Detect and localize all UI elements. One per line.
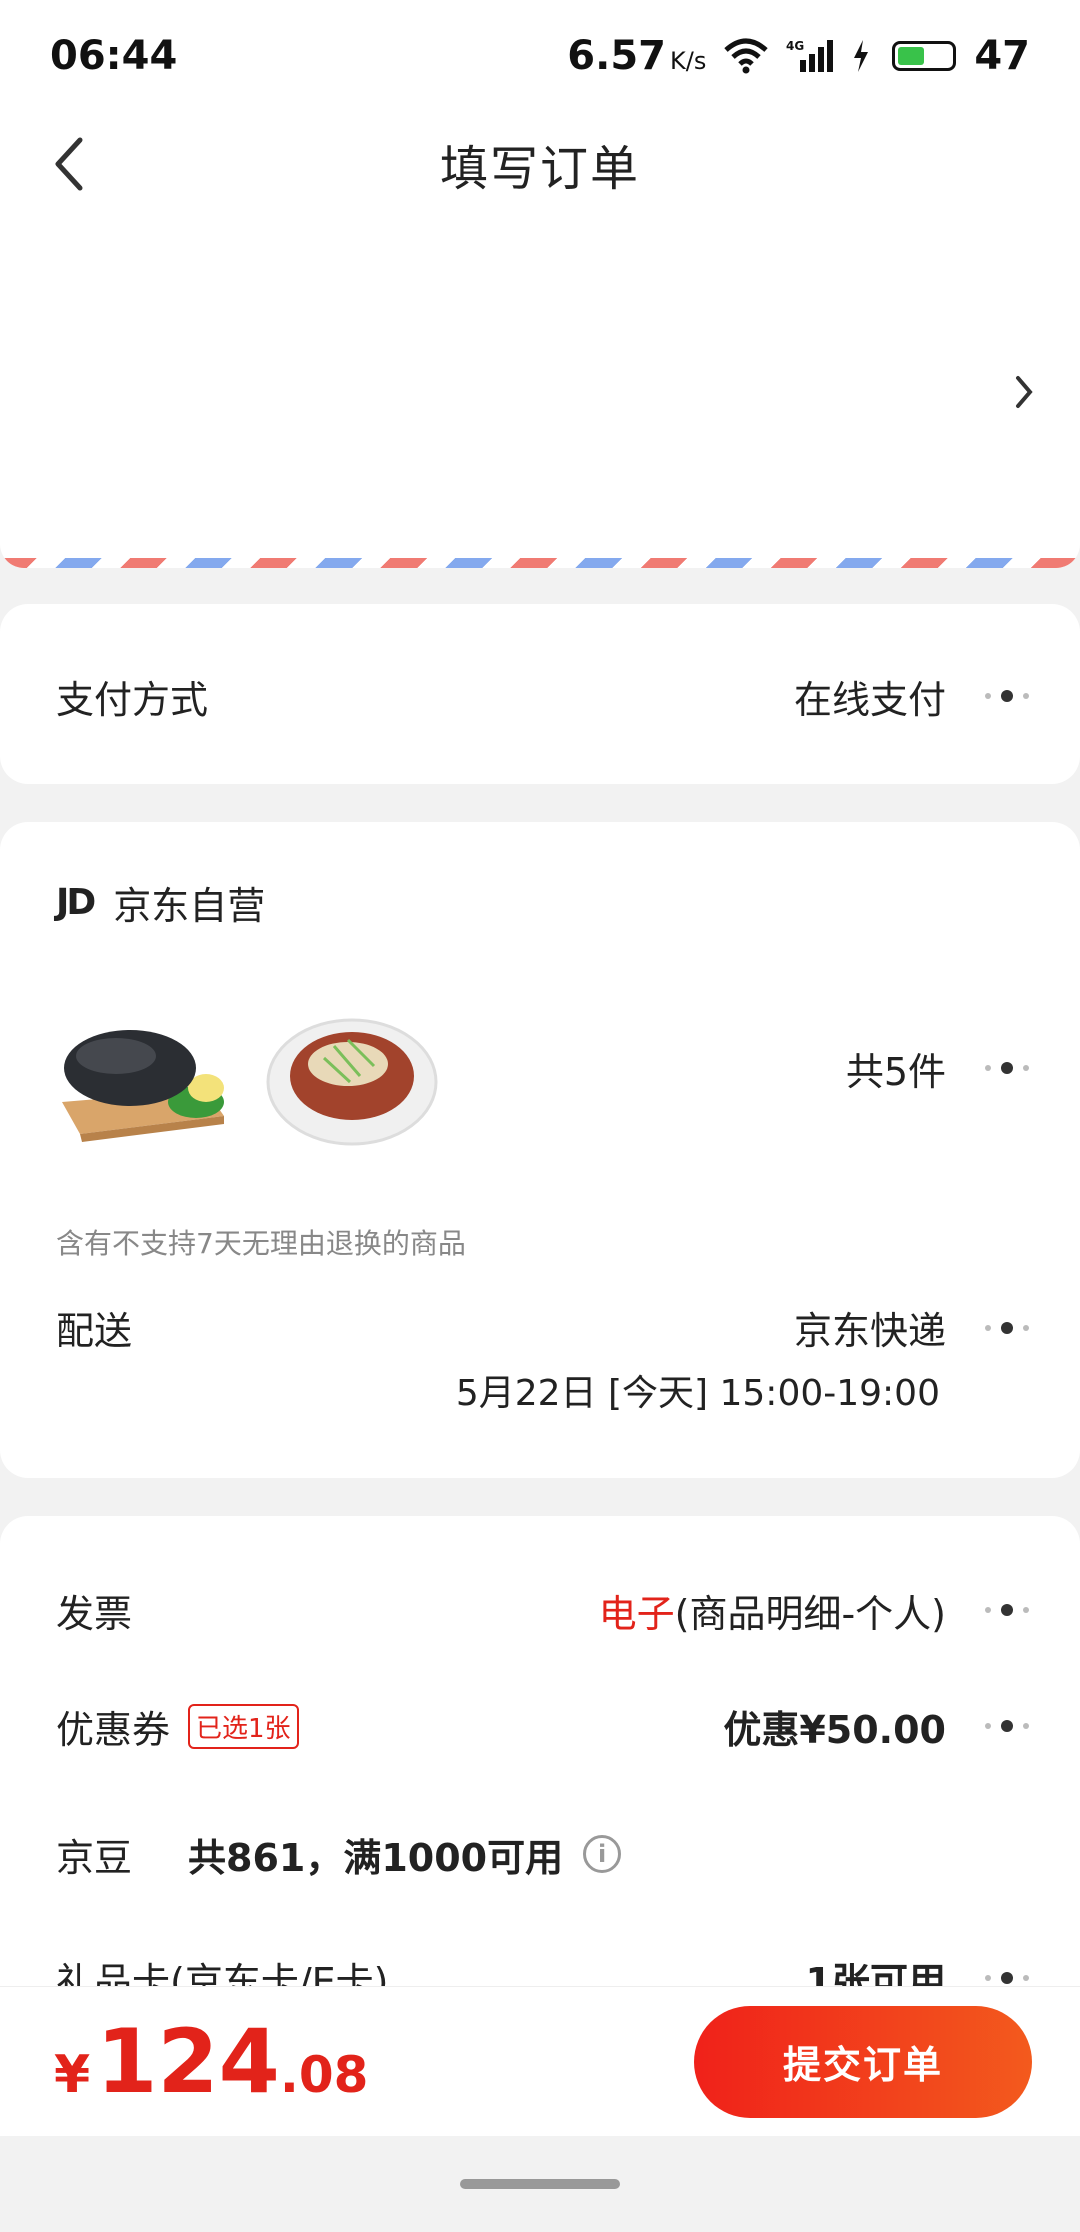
system-nav-bar xyxy=(0,2136,1080,2232)
wifi-icon xyxy=(724,38,768,74)
more-dots-icon xyxy=(982,1604,1032,1616)
payment-row[interactable]: 支付方式 在线支付 xyxy=(56,666,1032,726)
status-time: 06:44 xyxy=(50,33,178,79)
chevron-right-icon xyxy=(1016,376,1033,408)
shop-name: 京东自营 xyxy=(113,883,266,928)
home-indicator[interactable] xyxy=(460,2179,620,2189)
invoice-row[interactable]: 发票 电子(商品明细-个人) xyxy=(56,1580,1032,1640)
cellular-signal-icon: 4G xyxy=(786,39,834,72)
back-button[interactable] xyxy=(40,136,96,192)
airmail-stripe xyxy=(0,558,1080,568)
payment-card: 支付方式 在线支付 xyxy=(0,604,1080,784)
coupon-row[interactable]: 优惠券 已选1张 优惠¥50.00 xyxy=(56,1696,1032,1756)
invoice-detail: (商品明细-个人) xyxy=(674,1591,946,1636)
jingdou-value: 共861，满1000可用 xyxy=(188,1835,564,1880)
product-thumbnail[interactable] xyxy=(264,1006,440,1150)
payment-label: 支付方式 xyxy=(56,677,209,722)
status-bar: 06:44 6.57 K/s 4G 47 xyxy=(0,0,1080,112)
more-dots-icon xyxy=(982,1972,1032,1984)
more-dots-icon xyxy=(982,1062,1032,1074)
more-dots-icon xyxy=(982,1322,1032,1334)
delivery-row[interactable]: 配送 京东快递 xyxy=(56,1300,1032,1360)
goods-row[interactable]: 共5件 xyxy=(732,1038,1032,1098)
charging-icon xyxy=(854,40,869,72)
delivery-time: 5月22日 [今天] 15:00-19:00 xyxy=(455,1373,940,1414)
info-icon[interactable]: i xyxy=(583,1835,622,1873)
delivery-label: 配送 xyxy=(56,1309,133,1353)
title-bar: 填写订单 xyxy=(0,112,1080,216)
more-dots-icon xyxy=(982,1720,1032,1732)
payment-value: 在线支付 xyxy=(793,677,946,722)
battery-icon xyxy=(892,41,957,71)
shop-card: JD 京东自营 共5件 含有不支持7天无理由退换的商品 配送 京东快递 5月22… xyxy=(0,822,1080,1478)
coupon-selected-badge: 已选1张 xyxy=(188,1703,299,1749)
net-speed: 6.57 K/s xyxy=(567,33,707,79)
shop-header: JD 京东自营 xyxy=(56,874,1032,930)
page-title: 填写订单 xyxy=(439,141,640,197)
product-thumbnail[interactable] xyxy=(56,1006,232,1150)
jd-logo-icon: JD xyxy=(56,881,96,923)
price-integer: 124 xyxy=(96,2010,280,2113)
status-indicators: 6.57 K/s 4G 47 xyxy=(567,33,1030,79)
checkout-bar: ¥ 124 .08 提交订单 xyxy=(0,1986,1080,2136)
chevron-left-icon xyxy=(55,137,83,191)
delivery-carrier: 京东快递 xyxy=(793,1309,946,1353)
battery-level: 47 xyxy=(974,33,1030,79)
submit-order-button[interactable]: 提交订单 xyxy=(694,2005,1032,2118)
invoice-type: 电子 xyxy=(598,1591,675,1636)
coupon-label: 优惠券 xyxy=(56,1707,171,1752)
more-dots-icon xyxy=(982,690,1032,702)
return-notice: 含有不支持7天无理由退换的商品 xyxy=(56,1227,466,1260)
total-price: ¥ 124 .08 xyxy=(54,2010,368,2113)
invoice-label: 发票 xyxy=(56,1591,133,1636)
invoice-value: 电子(商品明细-个人) xyxy=(599,1583,946,1638)
currency-symbol: ¥ xyxy=(54,2045,91,2105)
coupon-value: 优惠¥50.00 xyxy=(723,1707,946,1752)
jingdou-row: 京豆 共861，满1000可用 i xyxy=(56,1824,1032,1884)
product-image-black-bread xyxy=(56,1006,232,1150)
item-count: 共5件 xyxy=(845,1049,946,1094)
address-card[interactable] xyxy=(0,216,1080,568)
price-decimal: .08 xyxy=(279,2046,369,2104)
svg-text:4G: 4G xyxy=(786,39,804,53)
product-image-jellyfish-dish xyxy=(264,1006,440,1150)
jingdou-label: 京豆 xyxy=(56,1835,133,1880)
